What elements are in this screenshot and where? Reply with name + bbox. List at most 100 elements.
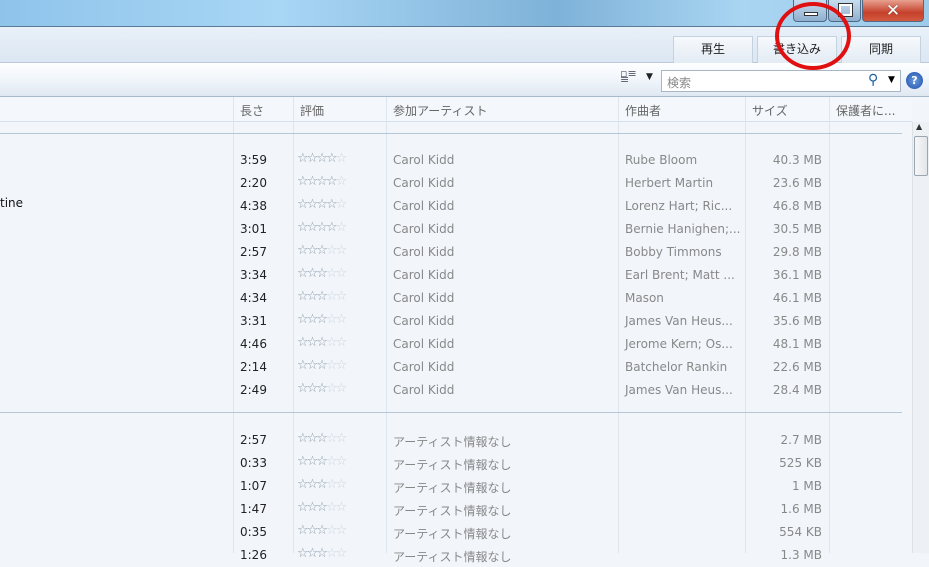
track-row[interactable]: 2:57 ☆☆☆☆☆ Carol Kidd Bobby Timmons 29.8… — [0, 241, 912, 264]
track-artist: アーティスト情報なし — [393, 527, 512, 541]
track-row[interactable]: 1:07 ☆☆☆☆☆ アーティスト情報なし 1 MB — [0, 475, 912, 498]
rating-stars[interactable]: ☆☆☆☆☆ — [297, 500, 347, 515]
tab-sync[interactable]: 同期 — [841, 36, 921, 63]
close-button[interactable]: ✕ — [862, 0, 924, 22]
group-divider — [0, 412, 902, 413]
rating-stars[interactable]: ☆☆☆☆☆ — [297, 431, 347, 446]
track-size: 23.6 MB — [772, 176, 822, 190]
track-row[interactable]: 0:33 ☆☆☆☆☆ アーティスト情報なし 525 KB — [0, 452, 912, 475]
column-protected[interactable]: 保護者に... — [836, 102, 895, 119]
rating-stars[interactable]: ☆☆☆☆☆ — [297, 312, 347, 327]
track-row[interactable]: 2:49 ☆☆☆☆☆ Carol Kidd James Van Heus... … — [0, 379, 912, 402]
track-artist: アーティスト情報なし — [393, 481, 512, 495]
vertical-scrollbar[interactable]: ▲ — [912, 122, 929, 553]
track-row[interactable]: 0:35 ☆☆☆☆☆ アーティスト情報なし 554 KB — [0, 521, 912, 544]
track-row[interactable]: 2:14 ☆☆☆☆☆ Carol Kidd Batchelor Rankin 2… — [0, 356, 912, 379]
track-length: 2:20 — [240, 176, 267, 190]
maximize-icon — [838, 3, 853, 17]
track-row[interactable]: 4:34 ☆☆☆☆☆ Carol Kidd Mason 46.1 MB — [0, 287, 912, 310]
rating-stars[interactable]: ☆☆☆☆☆ — [297, 477, 347, 492]
scroll-up-icon[interactable]: ▲ — [916, 122, 922, 131]
rating-stars[interactable]: ☆☆☆☆☆ — [297, 454, 347, 469]
track-size: 525 KB — [779, 456, 822, 470]
rating-stars[interactable]: ☆☆☆☆☆ — [297, 220, 347, 235]
rating-stars[interactable]: ☆☆☆☆☆ — [297, 335, 347, 350]
track-composer: Jerome Kern; Os... — [625, 337, 733, 351]
track-row[interactable]: 1:26 ☆☆☆☆☆ アーティスト情報なし 1.3 MB — [0, 544, 912, 567]
track-row[interactable]: 3:01 ☆☆☆☆☆ Carol Kidd Bernie Hanighen;..… — [0, 218, 912, 241]
track-composer: Earl Brent; Matt ... — [625, 268, 735, 282]
column-header: 長さ 評価 参加アーティスト 作曲者 サイズ 保護者に... — [0, 97, 912, 122]
search-icon[interactable]: ⚲ — [868, 72, 878, 88]
track-size: 1.3 MB — [780, 548, 822, 562]
column-length[interactable]: 長さ — [240, 102, 264, 119]
rating-stars[interactable]: ☆☆☆☆☆ — [297, 243, 347, 258]
view-options-dropdown-icon[interactable]: ▼ — [646, 72, 653, 82]
track-row[interactable]: 1:47 ☆☆☆☆☆ アーティスト情報なし 1.6 MB — [0, 498, 912, 521]
rating-stars[interactable]: ☆☆☆☆☆ — [297, 358, 347, 373]
track-length: 2:57 — [240, 433, 267, 447]
track-size: 2.7 MB — [780, 433, 822, 447]
tab-play[interactable]: 再生 — [673, 36, 753, 63]
track-artist: Carol Kidd — [393, 314, 455, 328]
rating-stars[interactable]: ☆☆☆☆☆ — [297, 289, 347, 304]
track-length: 4:38 — [240, 199, 267, 213]
track-composer: Batchelor Rankin — [625, 360, 728, 374]
track-artist: Carol Kidd — [393, 337, 455, 351]
track-row[interactable]: 3:31 ☆☆☆☆☆ Carol Kidd James Van Heus... … — [0, 310, 912, 333]
tab-burn[interactable]: 書き込み — [757, 36, 837, 63]
column-composer[interactable]: 作曲者 — [625, 102, 661, 119]
track-composer: Bernie Hanighen;... — [625, 222, 741, 236]
track-size: 28.4 MB — [772, 383, 822, 397]
scroll-thumb[interactable] — [914, 136, 928, 176]
search-box[interactable]: 検索 ⚲ ▼ — [661, 70, 901, 92]
track-length: 1:26 — [240, 548, 267, 562]
track-length: 3:01 — [240, 222, 267, 236]
help-icon[interactable]: ? — [906, 72, 923, 89]
track-composer: Rube Bloom — [625, 153, 698, 167]
track-artist: Carol Kidd — [393, 245, 455, 259]
search-dropdown-icon[interactable]: ▼ — [888, 75, 895, 85]
track-artist: Carol Kidd — [393, 360, 455, 374]
rating-stars[interactable]: ☆☆☆☆☆ — [297, 523, 347, 538]
track-artist: アーティスト情報なし — [393, 504, 512, 518]
rating-stars[interactable]: ☆☆☆☆☆ — [297, 174, 347, 189]
rating-stars[interactable]: ☆☆☆☆☆ — [297, 197, 347, 212]
group-divider — [0, 133, 902, 134]
track-artist: Carol Kidd — [393, 199, 455, 213]
track-size: 22.6 MB — [772, 360, 822, 374]
minimize-icon — [804, 12, 818, 16]
track-row[interactable]: 2:20 ☆☆☆☆☆ Carol Kidd Herbert Martin 23.… — [0, 172, 912, 195]
track-size: 1 MB — [791, 479, 822, 493]
rating-stars[interactable]: ☆☆☆☆☆ — [297, 381, 347, 396]
minimize-button[interactable] — [793, 0, 827, 22]
track-size: 46.8 MB — [772, 199, 822, 213]
track-composer: Herbert Martin — [625, 176, 714, 190]
column-artist[interactable]: 参加アーティスト — [393, 102, 488, 119]
track-row[interactable]: 4:46 ☆☆☆☆☆ Carol Kidd Jerome Kern; Os...… — [0, 333, 912, 356]
rating-stars[interactable]: ☆☆☆☆☆ — [297, 546, 347, 561]
track-length: 4:46 — [240, 337, 267, 351]
rating-stars[interactable]: ☆☆☆☆☆ — [297, 151, 347, 166]
track-row[interactable]: 4:38 ☆☆☆☆☆ Carol Kidd Lorenz Hart; Ric..… — [0, 195, 912, 218]
search-input[interactable]: 検索 — [667, 74, 691, 91]
title-bar: ✕ — [0, 0, 929, 27]
track-row[interactable]: 2:57 ☆☆☆☆☆ アーティスト情報なし 2.7 MB — [0, 429, 912, 452]
track-composer: Lorenz Hart; Ric... — [625, 199, 733, 213]
column-size[interactable]: サイズ — [752, 102, 788, 119]
track-size: 1.6 MB — [780, 502, 822, 516]
track-size: 48.1 MB — [772, 337, 822, 351]
column-rating[interactable]: 評価 — [300, 102, 324, 119]
track-composer: James Van Heus... — [625, 383, 733, 397]
track-artist: アーティスト情報なし — [393, 458, 512, 472]
track-length: 4:34 — [240, 291, 267, 305]
track-row[interactable]: 3:59 ☆☆☆☆☆ Carol Kidd Rube Bloom 40.3 MB — [0, 149, 912, 172]
track-row[interactable]: 3:34 ☆☆☆☆☆ Carol Kidd Earl Brent; Matt .… — [0, 264, 912, 287]
maximize-button[interactable] — [828, 0, 861, 22]
track-length: 3:31 — [240, 314, 267, 328]
track-artist: アーティスト情報なし — [393, 435, 512, 449]
rating-stars[interactable]: ☆☆☆☆☆ — [297, 266, 347, 281]
track-length: 3:34 — [240, 268, 267, 282]
view-options-icon[interactable]: ▫≡ ≡ — [620, 68, 637, 85]
track-composer: James Van Heus... — [625, 314, 733, 328]
